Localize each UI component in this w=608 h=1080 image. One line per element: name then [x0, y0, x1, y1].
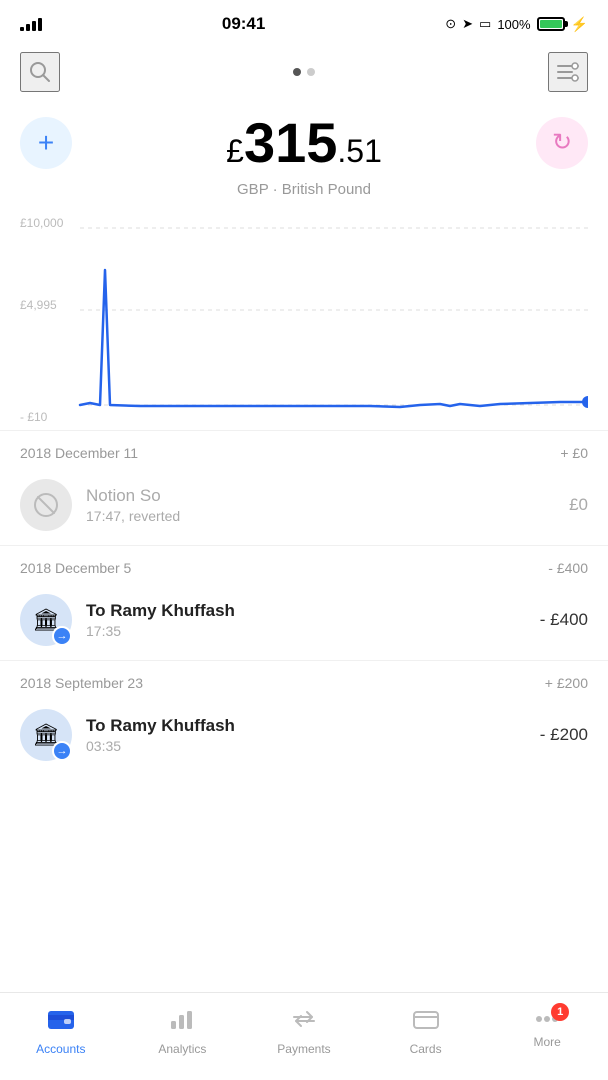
- balance-decimal: .51: [337, 133, 381, 169]
- more-label: More: [534, 1035, 561, 1049]
- payments-icon: [290, 1007, 318, 1038]
- nav-item-analytics[interactable]: Analytics: [122, 1003, 244, 1056]
- tx-amount-2: - £400: [540, 610, 588, 630]
- date-amount-1: + £0: [560, 445, 588, 461]
- search-button[interactable]: [20, 52, 60, 92]
- tx-details-3: To Ramy Khuffash 03:35: [86, 716, 540, 754]
- accounts-label: Accounts: [36, 1042, 85, 1056]
- analytics-icon: [169, 1007, 195, 1038]
- analytics-label: Analytics: [158, 1042, 206, 1056]
- currency-label: GBP · British Pound: [0, 175, 608, 210]
- signal-bar-3: [32, 21, 36, 31]
- tx-details-2: To Ramy Khuffash 17:35: [86, 601, 540, 639]
- date-amount-2: - £400: [548, 560, 588, 576]
- date-section-1: 2018 December 11 + £0: [0, 430, 608, 469]
- charging-icon: ⚡: [571, 16, 588, 33]
- add-icon: +: [38, 127, 54, 159]
- tx-icon-bank-1: 🏛 →: [20, 594, 72, 646]
- date-section-3: 2018 September 23 + £200: [0, 660, 608, 699]
- tx-arrow-badge-1: →: [52, 626, 72, 646]
- chart-svg: [20, 210, 588, 430]
- tx-name-2: To Ramy Khuffash: [86, 601, 540, 621]
- refresh-button[interactable]: ↻: [536, 117, 588, 169]
- date-amount-3: + £200: [545, 675, 588, 691]
- battery-indicator: [537, 17, 565, 31]
- balance-section: + £315.51 ↻: [0, 100, 608, 175]
- battery-fill: [540, 20, 562, 28]
- signal-bar-2: [26, 24, 30, 31]
- nav-item-payments[interactable]: Payments: [243, 1003, 365, 1056]
- search-icon: [29, 61, 51, 83]
- filter-icon: [556, 62, 580, 82]
- location-icon: ➤: [462, 16, 473, 32]
- status-left: [20, 18, 42, 31]
- tx-name-1: Notion So: [86, 486, 569, 506]
- add-button[interactable]: +: [20, 117, 72, 169]
- battery-icon: ⊙: [445, 16, 456, 32]
- transaction-row-3[interactable]: 🏛 → To Ramy Khuffash 03:35 - £200: [0, 699, 608, 775]
- filter-button[interactable]: [548, 52, 588, 92]
- cards-icon: [412, 1007, 440, 1038]
- nav-item-cards[interactable]: Cards: [365, 1003, 487, 1056]
- refresh-icon: ↻: [552, 128, 572, 157]
- status-right: ⊙ ➤ ▭ 100% ⚡: [445, 16, 588, 33]
- status-time: 09:41: [222, 14, 265, 34]
- screen-icon: ▭: [479, 16, 491, 32]
- tx-amount-1: £0: [569, 495, 588, 515]
- transfer-icon: [290, 1007, 318, 1031]
- tx-name-3: To Ramy Khuffash: [86, 716, 540, 736]
- main-content: 2018 December 11 + £0 Notion So 17:47, r…: [0, 430, 608, 865]
- tx-details-1: Notion So 17:47, reverted: [86, 486, 569, 524]
- tx-arrow-badge-2: →: [52, 741, 72, 761]
- payments-label: Payments: [277, 1042, 330, 1056]
- tx-sub-1: 17:47, reverted: [86, 508, 569, 524]
- accounts-icon: [47, 1007, 75, 1038]
- currency-symbol: £: [226, 133, 244, 169]
- page-dots: [293, 68, 315, 76]
- reverted-icon: [33, 492, 59, 518]
- chart-end-dot: [582, 396, 588, 408]
- tx-sub-2: 17:35: [86, 623, 540, 639]
- currency-name: British Pound: [282, 181, 371, 198]
- signal-bar-4: [38, 18, 42, 31]
- cards-label: Cards: [410, 1042, 442, 1056]
- top-nav: [0, 44, 608, 100]
- chart-area: £10,000 £4,995 - £10: [0, 210, 608, 430]
- wallet-icon: [47, 1007, 75, 1031]
- chart-line: [80, 270, 588, 407]
- date-label-1: 2018 December 11: [20, 445, 138, 461]
- signal-bars: [20, 18, 42, 31]
- bottom-nav: Accounts Analytics Payments: [0, 992, 608, 1080]
- tx-icon-bank-2: 🏛 →: [20, 709, 72, 761]
- currency-separator: ·: [273, 181, 282, 198]
- nav-item-accounts[interactable]: Accounts: [0, 1003, 122, 1056]
- balance-main: 315: [244, 111, 337, 174]
- battery-percent: 100%: [497, 17, 530, 32]
- more-badge: 1: [551, 1003, 569, 1021]
- page-dot-2[interactable]: [307, 68, 315, 76]
- bar-chart-icon: [169, 1007, 195, 1031]
- chart-label-bottom: - £10: [20, 410, 47, 424]
- tx-amount-3: - £200: [540, 725, 588, 745]
- more-badge-container: 1: [533, 1007, 561, 1031]
- page-dot-1[interactable]: [293, 68, 301, 76]
- chart-label-mid: £4,995: [20, 298, 57, 312]
- date-label-2: 2018 December 5: [20, 560, 131, 576]
- date-section-2: 2018 December 5 - £400: [0, 545, 608, 584]
- card-icon: [412, 1007, 440, 1031]
- transaction-row-1[interactable]: Notion So 17:47, reverted £0: [0, 469, 608, 545]
- date-label-3: 2018 September 23: [20, 675, 143, 691]
- tx-icon-reverted: [20, 479, 72, 531]
- status-bar: 09:41 ⊙ ➤ ▭ 100% ⚡: [0, 0, 608, 44]
- tx-sub-3: 03:35: [86, 738, 540, 754]
- transaction-row-2[interactable]: 🏛 → To Ramy Khuffash 17:35 - £400: [0, 584, 608, 660]
- signal-bar-1: [20, 27, 24, 31]
- balance-display: £315.51: [226, 110, 382, 175]
- chart-label-top: £10,000: [20, 216, 63, 230]
- nav-item-more[interactable]: 1 More: [486, 1003, 608, 1049]
- currency-code: GBP: [237, 181, 268, 198]
